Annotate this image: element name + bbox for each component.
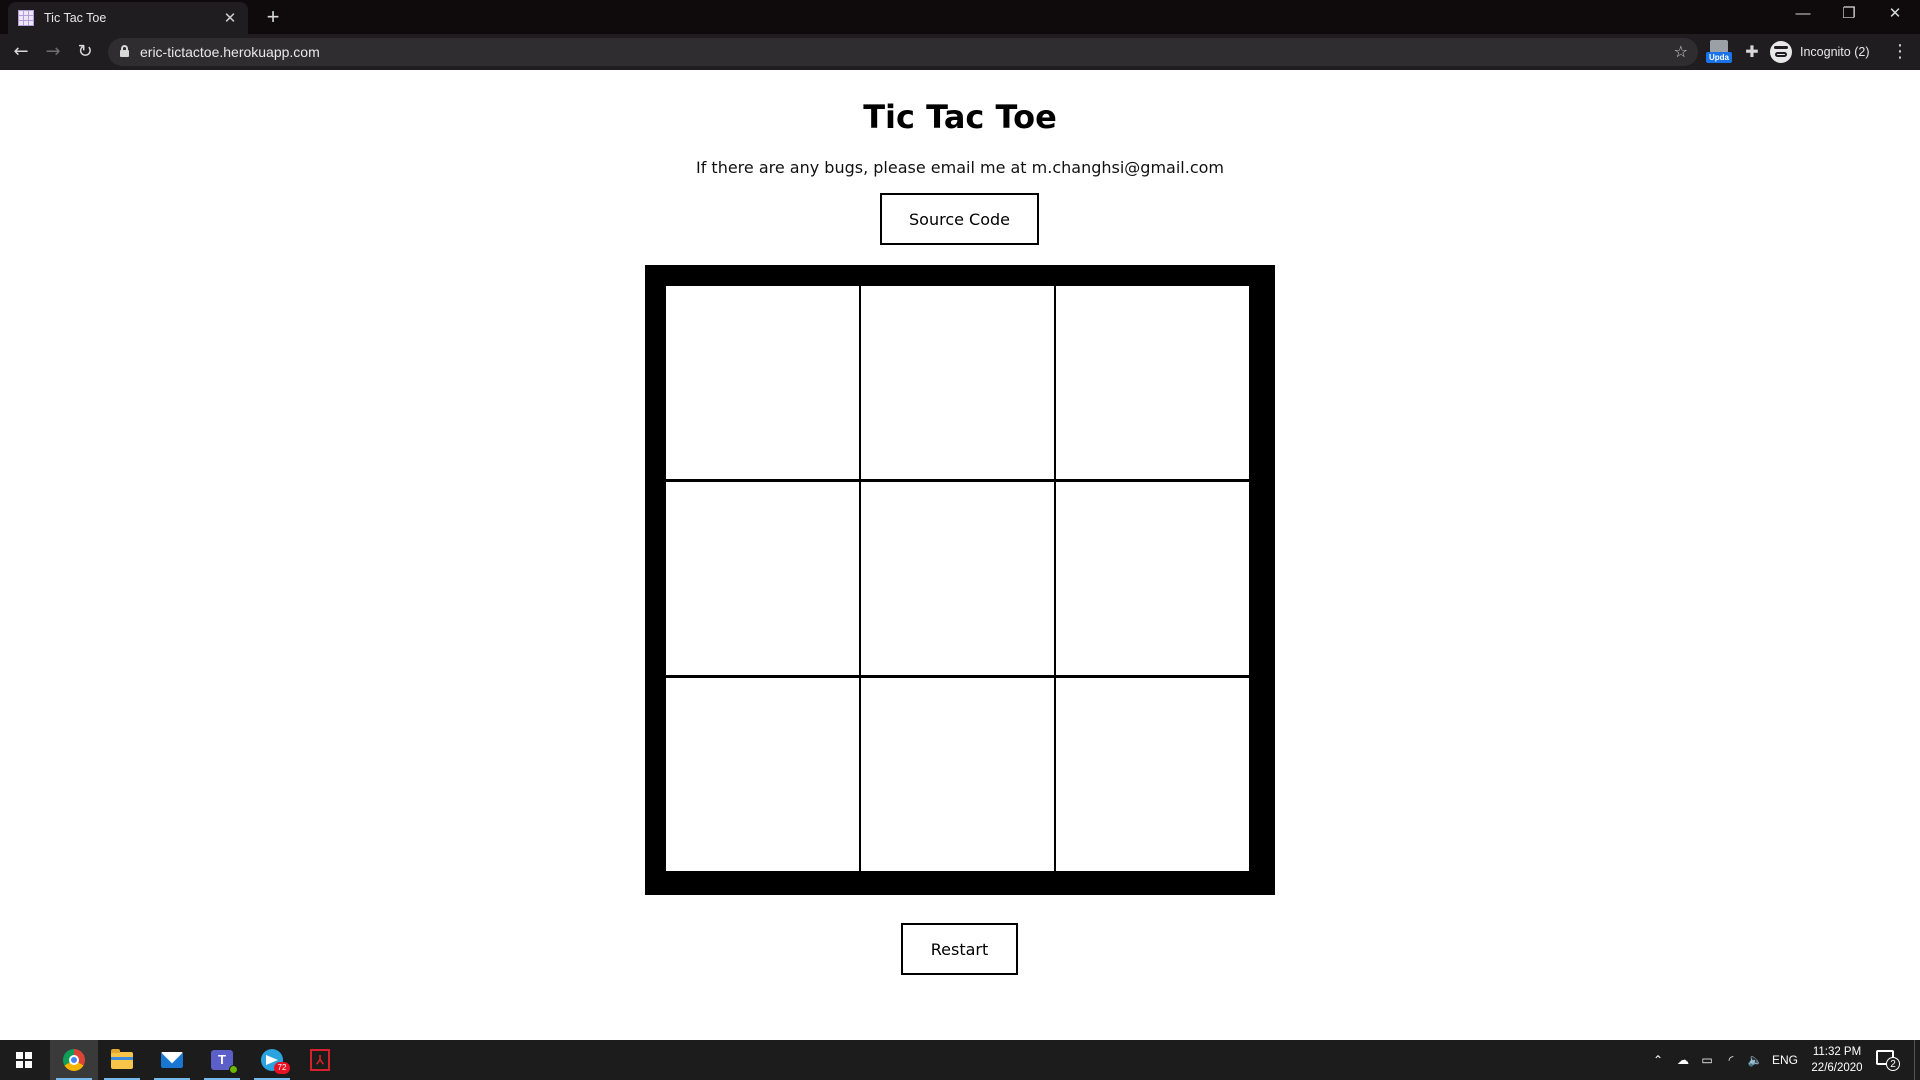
page-title: Tic Tac Toe [863,98,1057,136]
board-cell-0-0[interactable] [666,286,859,479]
volume-icon[interactable]: 🔈 [1744,1040,1766,1080]
board-cell-2-0[interactable] [666,678,859,871]
game-board [645,265,1275,895]
mail-icon [161,1052,183,1068]
teams-icon: T [211,1050,238,1074]
clock-date: 22/6/2020 [1811,1062,1863,1074]
taskbar-teams[interactable]: T [198,1040,246,1080]
forward-icon[interactable]: → [41,40,65,64]
taskbar-file-explorer[interactable] [98,1040,146,1080]
board-grid [666,286,1249,871]
taskbar-telegram[interactable]: 72 [248,1040,296,1080]
language-indicator[interactable]: ENG [1770,1040,1800,1080]
browser-toolbar: ← → ↻ eric-tictactoe.herokuapp.com ☆ Upd… [0,34,1920,70]
new-tab-button[interactable]: + [260,4,286,30]
windows-logo-icon [16,1052,32,1068]
notification-count: 2 [1886,1057,1900,1071]
taskbar-mail[interactable] [148,1040,196,1080]
board-cell-1-1[interactable] [861,482,1054,675]
source-code-button[interactable]: Source Code [880,193,1039,245]
restore-button[interactable]: ❐ [1826,0,1872,30]
onedrive-icon[interactable]: ☁ [1672,1040,1694,1080]
browser-titlebar: Tic Tac Toe ✕ + — ❐ ✕ [0,0,1920,34]
wifi-icon[interactable]: ◜ [1720,1040,1742,1080]
bookmark-star-icon[interactable]: ☆ [1674,38,1688,66]
board-cell-1-0[interactable] [666,482,859,675]
clock-time: 11:32 PM [1812,1046,1862,1058]
battery-icon[interactable]: ▭ [1696,1040,1718,1080]
telegram-badge: 72 [274,1062,290,1074]
address-bar[interactable]: eric-tictactoe.herokuapp.com ☆ [108,38,1698,66]
incognito-label: Incognito (2) [1800,45,1870,59]
close-window-button[interactable]: ✕ [1872,0,1918,30]
minimize-button[interactable]: — [1780,0,1826,30]
board-cell-0-2[interactable] [1056,286,1249,479]
extensions-puzzle-icon[interactable]: ✚ [1740,40,1764,64]
board-cell-2-2[interactable] [1056,678,1249,871]
board-cell-0-1[interactable] [861,286,1054,479]
browser-tab[interactable]: Tic Tac Toe ✕ [8,2,248,34]
acrobat-icon: ⅄ [310,1049,330,1071]
browser-menu-icon[interactable]: ⋮ [1888,40,1912,64]
taskbar-chrome[interactable] [50,1040,98,1080]
file-explorer-icon [111,1048,133,1069]
bug-report-text: If there are any bugs, please email me a… [695,158,1224,177]
tab-title: Tic Tac Toe [44,11,107,25]
extension-badge: Upda [1706,52,1732,63]
restart-button[interactable]: Restart [901,923,1018,975]
reload-icon[interactable]: ↻ [73,40,97,64]
url-text[interactable]: eric-tictactoe.herokuapp.com [140,38,320,66]
show-desktop-button[interactable] [1914,1040,1915,1080]
action-center-icon[interactable]: 2 [1876,1050,1900,1071]
chrome-icon [63,1049,85,1071]
board-cell-1-2[interactable] [1056,482,1249,675]
clock[interactable]: 11:32 PM 22/6/2020 [1802,1044,1872,1076]
start-button[interactable] [0,1040,48,1080]
lock-icon [120,45,129,57]
back-icon[interactable]: ← [9,40,33,64]
incognito-icon [1770,41,1792,63]
taskbar-acrobat[interactable]: ⅄ [296,1040,344,1080]
extension-icon[interactable]: Upda [1706,40,1732,64]
incognito-profile-button[interactable]: Incognito (2) [1770,40,1869,64]
tictactoe-favicon-icon [18,10,34,26]
board-cell-2-1[interactable] [861,678,1054,871]
taskbar: T 72 ⅄ ⌃ ☁ ▭ ◜ 🔈 ENG 11:32 PM 22/6/2020 … [0,1040,1920,1080]
tray-chevron-icon[interactable]: ⌃ [1648,1040,1668,1080]
tab-close-icon[interactable]: ✕ [222,9,238,27]
page-content: Tic Tac Toe If there are any bugs, pleas… [0,70,1920,1040]
